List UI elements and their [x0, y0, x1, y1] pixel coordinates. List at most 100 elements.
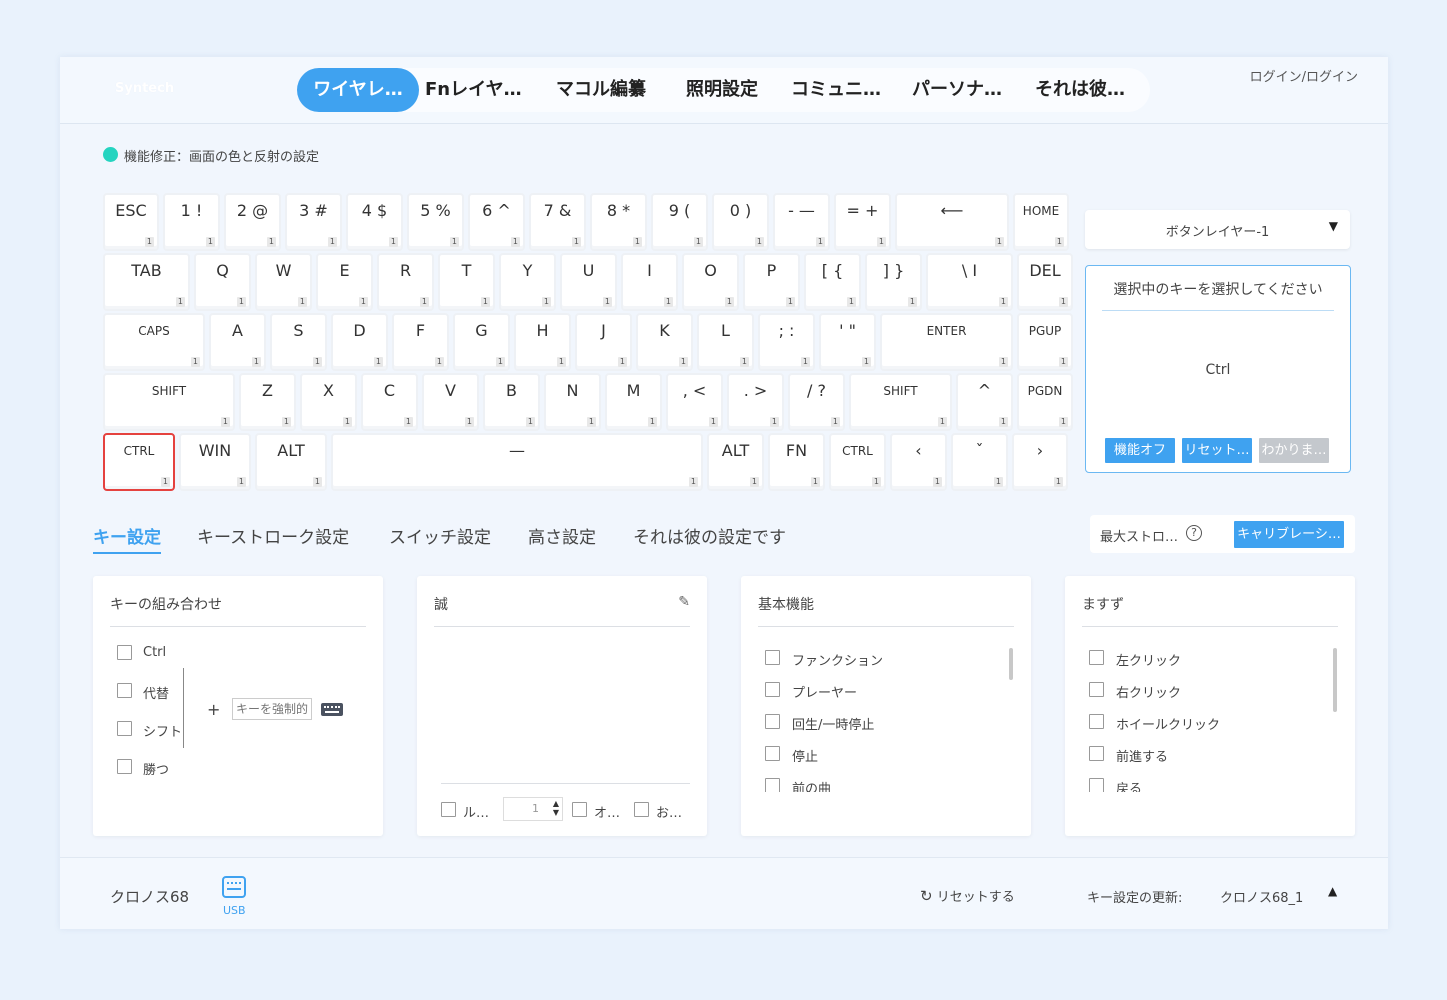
tab-macro[interactable]: マコル編纂: [556, 68, 646, 112]
key-1[interactable]: 1 ! 1: [163, 193, 220, 251]
key-z[interactable]: Z1: [239, 373, 296, 431]
key-rbracket[interactable]: ] } 1: [865, 253, 922, 311]
key-comma[interactable]: , < 1: [666, 373, 723, 431]
key-4[interactable]: 4 $ 1: [346, 193, 403, 251]
login-link[interactable]: ログイン/ログイン: [1250, 66, 1358, 85]
understood-button[interactable]: わかりま…: [1259, 438, 1329, 463]
reset-key-button[interactable]: リセット…: [1182, 438, 1252, 463]
key-6[interactable]: 6 ^ 1: [468, 193, 525, 251]
key-7[interactable]: 7 & 1: [529, 193, 586, 251]
key-quote[interactable]: ' " 1: [819, 313, 876, 371]
calibrate-button[interactable]: キャリブレーシ…: [1234, 521, 1344, 548]
key-caps[interactable]: CAPS 1: [103, 313, 205, 371]
key-f[interactable]: F1: [392, 313, 449, 371]
key-left[interactable]: ‹ 1: [890, 433, 947, 491]
key-input[interactable]: [232, 698, 312, 720]
right-click-checkbox[interactable]: [1089, 682, 1104, 697]
tab-wireless[interactable]: ワイヤレ…: [297, 68, 419, 112]
play-pause-checkbox[interactable]: [765, 714, 780, 729]
key-k[interactable]: K1: [636, 313, 693, 371]
key-j[interactable]: J1: [575, 313, 632, 371]
shift-checkbox[interactable]: [117, 721, 132, 736]
key-fn[interactable]: FN 1: [768, 433, 825, 491]
win-checkbox[interactable]: [117, 759, 132, 774]
forward-checkbox[interactable]: [1089, 746, 1104, 761]
key-ralt[interactable]: ALT 1: [707, 433, 764, 491]
option2-checkbox[interactable]: [572, 802, 587, 817]
key-x[interactable]: X1: [300, 373, 357, 431]
key-r[interactable]: R1: [377, 253, 434, 311]
key-o[interactable]: O1: [682, 253, 739, 311]
key-backslash[interactable]: \ I 1: [926, 253, 1013, 311]
key-w[interactable]: W1: [255, 253, 312, 311]
key-esc[interactable]: ESC 1: [103, 193, 159, 251]
edit-icon[interactable]: ✎: [678, 594, 690, 610]
caret-up-icon[interactable]: ▲: [1328, 884, 1337, 898]
key-slash[interactable]: / ? 1: [788, 373, 845, 431]
tab-fn-layer[interactable]: Fnレイヤ…: [425, 68, 522, 112]
key-b[interactable]: B1: [483, 373, 540, 431]
function-checkbox[interactable]: [765, 650, 780, 665]
basic-functions-list[interactable]: ファンクション プレーヤー 回生/一時停止 停止 前の曲: [758, 640, 1014, 792]
key-m[interactable]: M1: [605, 373, 662, 431]
key-q[interactable]: Q1: [194, 253, 251, 311]
key-y[interactable]: Y1: [499, 253, 556, 311]
key-pgdn[interactable]: PGDN 1: [1017, 373, 1073, 431]
keyboard-icon[interactable]: [321, 703, 343, 716]
key-h[interactable]: H1: [514, 313, 571, 371]
left-click-checkbox[interactable]: [1089, 650, 1104, 665]
key-l[interactable]: L1: [697, 313, 754, 371]
tab-height-settings[interactable]: 高さ設定: [528, 523, 596, 548]
key-lbracket[interactable]: [ {1: [804, 253, 861, 311]
back-checkbox[interactable]: [1089, 778, 1104, 792]
stop-checkbox[interactable]: [765, 746, 780, 761]
key-del[interactable]: DEL 1: [1017, 253, 1073, 311]
key-d[interactable]: D1: [331, 313, 388, 371]
loop-checkbox[interactable]: [441, 802, 456, 817]
tab-switch-settings[interactable]: スイッチ設定: [389, 523, 491, 548]
key-tab[interactable]: TAB 1: [103, 253, 190, 311]
wheel-click-checkbox[interactable]: [1089, 714, 1104, 729]
key-n[interactable]: N1: [544, 373, 601, 431]
key-e[interactable]: E1: [316, 253, 373, 311]
key-g[interactable]: G1: [453, 313, 510, 371]
key-lalt[interactable]: ALT 1: [255, 433, 327, 491]
reset-all-button[interactable]: ↻ リセットする: [920, 886, 1015, 905]
scrollbar[interactable]: [1333, 648, 1337, 712]
key-u[interactable]: U1: [560, 253, 617, 311]
key-enter[interactable]: ENTER 1: [880, 313, 1013, 371]
alt-checkbox[interactable]: [117, 683, 132, 698]
key-right[interactable]: › 1: [1012, 433, 1068, 491]
key-space[interactable]: —1: [331, 433, 703, 491]
key-down[interactable]: ˇ1: [951, 433, 1008, 491]
key-win[interactable]: WIN 1: [179, 433, 251, 491]
key-rshift[interactable]: SHIFT 1: [849, 373, 952, 431]
player-checkbox[interactable]: [765, 682, 780, 697]
key-v[interactable]: V1: [422, 373, 479, 431]
key-3[interactable]: 3 # 1: [285, 193, 342, 251]
key-t[interactable]: T1: [438, 253, 495, 311]
key-lctrl[interactable]: CTRL 1: [103, 433, 175, 491]
repeat-count-stepper[interactable]: 1 ▲ ▼: [503, 797, 563, 821]
disable-function-button[interactable]: 機能オフ: [1105, 438, 1175, 463]
key-lshift[interactable]: SHIFT 1: [103, 373, 235, 431]
key-pgup[interactable]: PGUP 1: [1017, 313, 1073, 371]
key-9[interactable]: 9 (1: [651, 193, 708, 251]
stepper-arrows-icon[interactable]: ▲ ▼: [553, 799, 559, 817]
key-i[interactable]: I1: [621, 253, 678, 311]
key-8[interactable]: 8 * 1: [590, 193, 647, 251]
key-p[interactable]: P1: [743, 253, 800, 311]
tab-community[interactable]: コミュニ…: [791, 68, 881, 112]
scrollbar[interactable]: [1009, 648, 1013, 680]
mouse-functions-list[interactable]: 左クリック 右クリック ホイールクリック 前進する 戻る: [1082, 640, 1338, 792]
key-backspace[interactable]: ⟵ 1: [895, 193, 1009, 251]
key-semicolon[interactable]: ; : 1: [758, 313, 815, 371]
ctrl-checkbox[interactable]: [117, 645, 132, 660]
tab-other[interactable]: それは彼…: [1035, 68, 1125, 112]
key-up[interactable]: ^ 1: [956, 373, 1013, 431]
key-minus[interactable]: - — 1: [773, 193, 830, 251]
key-0[interactable]: 0 ) 1: [712, 193, 769, 251]
key-2[interactable]: 2 @ 1: [224, 193, 281, 251]
tab-key-settings[interactable]: キー設定: [93, 523, 161, 554]
previous-track-checkbox[interactable]: [765, 778, 780, 792]
